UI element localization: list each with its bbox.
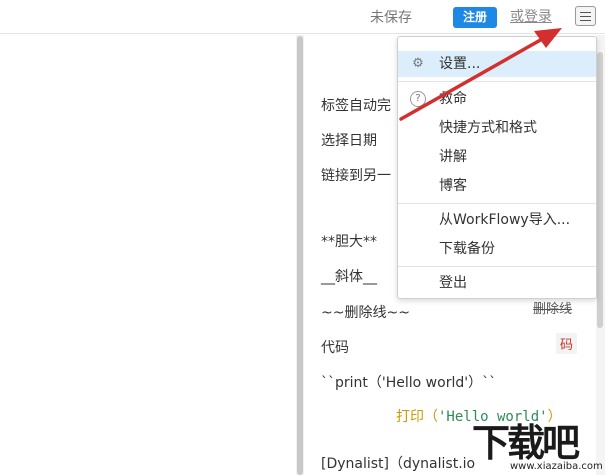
menu-item-help[interactable]: ? 救命 <box>398 86 596 112</box>
menu-divider <box>398 203 596 204</box>
doc-line-dynalist[interactable]: [Dynalist]（dynalist.io <box>321 453 475 473</box>
menu-divider <box>398 81 596 82</box>
strike-preview: 删除线 <box>533 302 573 317</box>
menu-divider <box>398 266 596 267</box>
menu-item-label: 从WorkFlowy导入... <box>439 212 571 228</box>
watermark-url: www.xiazaiba.com <box>510 461 603 472</box>
document-scroll-thumb[interactable] <box>597 52 603 328</box>
menu-item-label: 博客 <box>439 178 467 194</box>
menu-item-label: 救命 <box>439 91 467 107</box>
top-bar: 未保存 注册 或登录 <box>0 0 605 34</box>
outline-pane[interactable] <box>0 35 296 475</box>
menu-item-label: 讲解 <box>439 149 467 165</box>
menu-item-label: 登出 <box>439 275 467 291</box>
main-menu-dropdown: ⚙ 设置... ? 救命 快捷方式和格式 讲解 博客 从WorkFlowy导入.… <box>397 36 597 299</box>
doc-line-bold[interactable]: **胆大** <box>321 231 377 251</box>
site-watermark: 下载吧 www.xiazaiba.com <box>472 412 605 475</box>
menu-item-logout[interactable]: 登出 <box>398 270 596 296</box>
doc-line-code[interactable]: 代码 <box>321 337 349 357</box>
menu-item-import-workflowy[interactable]: 从WorkFlowy导入... <box>398 207 596 233</box>
watermark-logo-text: 下载吧 <box>472 421 580 465</box>
hamburger-menu-button[interactable] <box>575 6 596 26</box>
gear-icon: ⚙ <box>412 56 424 71</box>
doc-line-link[interactable]: 链接到另一 <box>321 165 391 185</box>
menu-line-icon <box>580 16 591 17</box>
left-pane-scroll-thumb[interactable] <box>297 36 303 475</box>
menu-item-tutorial[interactable]: 讲解 <box>398 144 596 170</box>
doc-line-autocomplete[interactable]: 标签自动完 <box>321 95 391 115</box>
doc-line-print[interactable]: ``print（'Hello world'）`` <box>321 372 496 392</box>
menu-item-shortcuts[interactable]: 快捷方式和格式 <box>398 115 596 141</box>
menu-line-icon <box>580 20 591 21</box>
doc-line-date[interactable]: 选择日期 <box>321 130 377 150</box>
menu-item-blog[interactable]: 博客 <box>398 173 596 199</box>
doc-line-italic[interactable]: __斜体__ <box>321 266 377 286</box>
menu-item-label: 设置... <box>439 56 481 72</box>
menu-item-settings[interactable]: ⚙ 设置... <box>398 51 596 77</box>
menu-item-download-backup[interactable]: 下载备份 <box>398 236 596 262</box>
print-preview-prefix: 打印（ <box>396 409 438 425</box>
menu-line-icon <box>580 12 591 13</box>
help-icon: ? <box>410 91 426 107</box>
menu-item-label: 快捷方式和格式 <box>439 120 537 136</box>
signup-button[interactable]: 注册 <box>453 7 497 28</box>
code-preview: 码 <box>556 333 578 354</box>
doc-line-strike[interactable]: ~~删除线~~ <box>321 302 410 322</box>
login-link[interactable]: 或登录 <box>510 6 552 26</box>
menu-item-label: 下载备份 <box>439 241 495 257</box>
save-status: 未保存 <box>370 10 412 26</box>
